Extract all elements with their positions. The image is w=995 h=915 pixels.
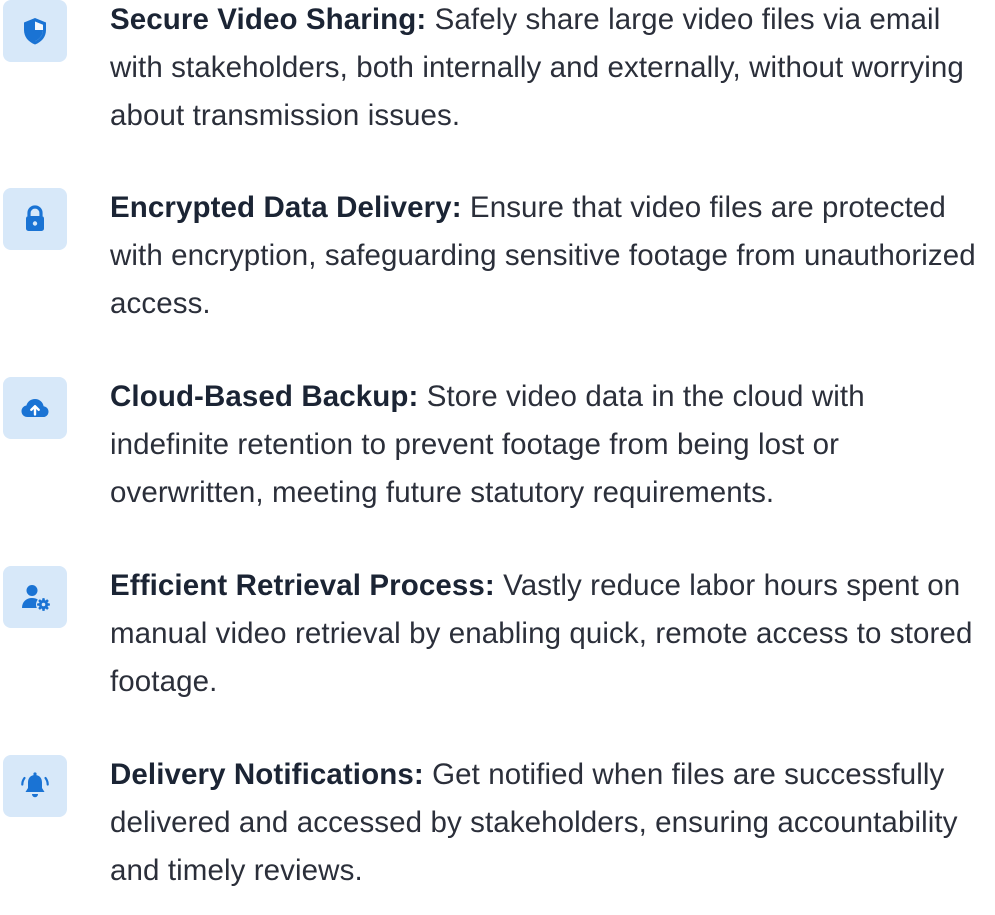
- feature-title: Delivery Notifications:: [110, 758, 424, 791]
- feature-description: Encrypted Data Delivery: Ensure that vid…: [110, 184, 990, 328]
- feature-description: Efficient Retrieval Process: Vastly redu…: [110, 562, 990, 706]
- feature-title: Cloud-Based Backup:: [110, 380, 419, 413]
- feature-icon-tile: [3, 755, 67, 817]
- feature-item-delivery-notifications: Delivery Notifications: Get notified whe…: [0, 755, 995, 915]
- feature-item-efficient-retrieval-process: Efficient Retrieval Process: Vastly redu…: [0, 566, 995, 726]
- feature-title: Efficient Retrieval Process:: [110, 569, 495, 602]
- feature-description: Delivery Notifications: Get notified whe…: [110, 751, 990, 895]
- shield-icon: [24, 18, 46, 45]
- feature-title: Encrypted Data Delivery:: [110, 191, 462, 224]
- feature-title: Secure Video Sharing:: [110, 3, 427, 36]
- lock-icon: [26, 205, 44, 231]
- feature-item-secure-video-sharing: Secure Video Sharing: Safely share large…: [0, 0, 995, 160]
- feature-description: Cloud-Based Backup: Store video data in …: [110, 373, 990, 517]
- feature-icon-tile: [3, 566, 67, 628]
- feature-icon-tile: [3, 188, 67, 250]
- bell-ringing-icon: [21, 772, 49, 798]
- feature-icon-tile: [3, 377, 67, 439]
- user-gear-icon: [22, 585, 50, 611]
- feature-item-encrypted-data-delivery: Encrypted Data Delivery: Ensure that vid…: [0, 188, 995, 348]
- cloud-upload-icon: [21, 399, 49, 417]
- feature-icon-tile: [3, 0, 67, 62]
- feature-item-cloud-based-backup: Cloud-Based Backup: Store video data in …: [0, 377, 995, 537]
- feature-description: Secure Video Sharing: Safely share large…: [110, 0, 990, 140]
